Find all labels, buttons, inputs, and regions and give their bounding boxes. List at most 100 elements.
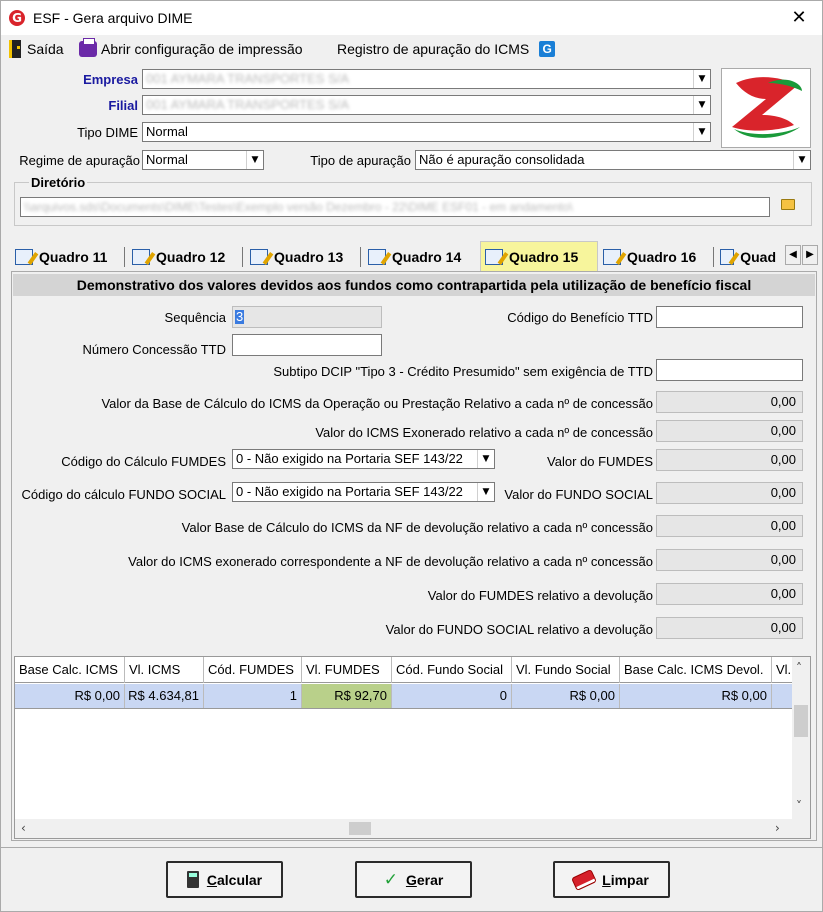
- tab-label: Quadro 11: [39, 249, 108, 265]
- table-cell[interactable]: R$ 92,70: [302, 684, 392, 708]
- table-cell[interactable]: R$ 0,00: [620, 684, 772, 708]
- scroll-thumb[interactable]: [794, 705, 808, 737]
- icms-register-label: Registro de apuração do ICMS: [337, 41, 530, 57]
- limpar-label: Limpar: [602, 871, 649, 888]
- exit-icon: [9, 40, 21, 58]
- codigo-fumdes-select[interactable]: 0 - Não exigido na Portaria SEF 143/22 ▼: [232, 449, 495, 469]
- edit-icon: [720, 249, 735, 265]
- calcular-label: Calcular: [206, 871, 263, 888]
- tab-quadro-13[interactable]: Quadro 13: [246, 245, 343, 269]
- column-header[interactable]: Vl. ICMS: [125, 657, 204, 683]
- chevron-down-icon[interactable]: ▼: [693, 96, 710, 114]
- subtipo-input[interactable]: [656, 359, 803, 381]
- base-devolucao-field: 0,00: [656, 515, 803, 537]
- g-app-icon: G: [539, 41, 556, 57]
- edit-icon: [485, 248, 503, 265]
- exit-label: Saída: [27, 41, 64, 57]
- tab-label: Quadro 13: [274, 249, 344, 265]
- chevron-down-icon[interactable]: ▼: [793, 151, 810, 169]
- vertical-scrollbar[interactable]: ˄ ˅: [792, 657, 810, 820]
- tab-label: Quadro 15: [509, 248, 579, 265]
- limpar-button[interactable]: Limpar: [553, 861, 670, 898]
- table-cell[interactable]: 1: [204, 684, 302, 708]
- column-header[interactable]: Vl. Fundo Social: [512, 657, 620, 683]
- company-logo: [721, 68, 811, 148]
- chevron-down-icon[interactable]: ˅: [796, 799, 802, 813]
- tipo-apuracao-label: Tipo de apuração: [310, 153, 411, 168]
- chevron-down-icon[interactable]: ▼: [693, 70, 710, 88]
- print-config-menu-item[interactable]: Abrir configuração de impressão: [79, 38, 303, 59]
- icms-register-menu-item[interactable]: Registro de apuração do ICMS G: [337, 39, 556, 59]
- base-calculo-label: Valor da Base de Cálculo do ICMS da Oper…: [101, 396, 653, 411]
- gerar-button[interactable]: ✓ Gerar: [355, 861, 472, 898]
- horizontal-scrollbar[interactable]: ‹ ›: [15, 819, 810, 838]
- column-header[interactable]: Cód. Fundo Social: [392, 657, 512, 683]
- base-calculo-field: 0,00: [656, 391, 803, 413]
- base-devolucao-label: Valor Base de Cálculo do ICMS da NF de d…: [181, 520, 653, 535]
- column-header[interactable]: Vl.: [772, 657, 793, 683]
- column-header[interactable]: Vl. FUMDES: [302, 657, 392, 683]
- chevron-down-icon[interactable]: ▼: [477, 450, 494, 468]
- calcular-button[interactable]: Calcular: [166, 861, 283, 898]
- tab-quadro-17[interactable]: Quad: [716, 245, 776, 269]
- icms-exonerado-label: Valor do ICMS Exonerado relativo a cada …: [315, 425, 653, 440]
- table-cell[interactable]: R$ 4.634,81: [125, 684, 204, 708]
- data-grid[interactable]: Base Calc. ICMS Vl. ICMS Cód. FUMDES Vl.…: [14, 656, 811, 839]
- tab-quadro-11[interactable]: Quadro 11: [11, 245, 107, 269]
- tab-quadro-14[interactable]: Quadro 14: [364, 245, 461, 269]
- exit-menu-item[interactable]: Saída: [9, 39, 64, 59]
- chevron-down-icon[interactable]: ▼: [693, 123, 710, 141]
- icms-devolucao-field: 0,00: [656, 549, 803, 571]
- tab-quadro-16[interactable]: Quadro 16: [599, 245, 696, 269]
- folder-open-icon[interactable]: [781, 199, 795, 210]
- table-cell[interactable]: 0: [392, 684, 512, 708]
- tab-scroll-left-button[interactable]: ◀: [785, 245, 801, 265]
- table-cell[interactable]: R$ 0,00: [15, 684, 125, 708]
- regime-select[interactable]: Normal ▼: [142, 150, 264, 170]
- chevron-left-icon[interactable]: ‹: [21, 821, 26, 835]
- valor-fundo-social-field: 0,00: [656, 482, 803, 504]
- tab-separator: [360, 247, 361, 267]
- tab-label: Quad: [740, 249, 776, 265]
- column-header[interactable]: Base Calc. ICMS Devol.: [620, 657, 772, 683]
- numero-concessao-input[interactable]: [232, 334, 382, 356]
- codigo-fundo-social-select[interactable]: 0 - Não exigido na Portaria SEF 143/22 ▼: [232, 482, 495, 502]
- gerar-label: Gerar: [405, 871, 444, 888]
- tab-label: Quadro 14: [392, 249, 462, 265]
- subtipo-label: Subtipo DCIP "Tipo 3 - Crédito Presumido…: [273, 364, 653, 379]
- sequencia-field[interactable]: 3: [232, 306, 382, 328]
- tipo-dime-select[interactable]: Normal ▼: [142, 122, 711, 142]
- table-cell[interactable]: R$ 0,00: [512, 684, 620, 708]
- edit-icon: [15, 249, 33, 265]
- panel-header: Demonstrativo dos valores devidos aos fu…: [13, 274, 815, 296]
- close-button[interactable]: ✕: [784, 5, 814, 31]
- chevron-up-icon[interactable]: ˄: [796, 661, 802, 675]
- tab-quadro-12[interactable]: Quadro 12: [128, 245, 225, 269]
- table-row[interactable]: R$ 0,00 R$ 4.634,81 1 R$ 92,70 0 R$ 0,00…: [15, 684, 793, 709]
- diretorio-input[interactable]: \\arquivos.sds\Documents\DIME\Testes\Exe…: [20, 197, 770, 217]
- tab-label: Quadro 12: [156, 249, 226, 265]
- codigo-beneficio-input[interactable]: [656, 306, 803, 328]
- tipo-apuracao-value: Não é apuração consolidada: [419, 152, 585, 167]
- tab-scroll-right-button[interactable]: ▶: [802, 245, 818, 265]
- tipo-apuracao-select[interactable]: Não é apuração consolidada ▼: [415, 150, 811, 170]
- chevron-down-icon[interactable]: ▼: [246, 151, 263, 169]
- edit-icon: [250, 249, 268, 265]
- codigo-fundo-social-label: Código do cálculo FUNDO SOCIAL: [21, 487, 226, 502]
- column-header[interactable]: Base Calc. ICMS: [15, 657, 125, 683]
- chevron-down-icon[interactable]: ▼: [477, 483, 494, 501]
- table-cell[interactable]: [772, 684, 793, 708]
- diretorio-value: \\arquivos.sds\Documents\DIME\Testes\Exe…: [24, 200, 573, 214]
- scroll-thumb[interactable]: [349, 822, 371, 835]
- chevron-right-icon[interactable]: ›: [775, 821, 780, 835]
- calculator-icon: [186, 871, 199, 888]
- empresa-select[interactable]: 001 AYMARA TRANSPORTES S/A ▼: [142, 69, 711, 89]
- column-header[interactable]: Cód. FUMDES: [204, 657, 302, 683]
- tab-quadro-15[interactable]: Quadro 15: [480, 241, 598, 271]
- filial-select[interactable]: 001 AYMARA TRANSPORTES S/A ▼: [142, 95, 711, 115]
- check-icon: ✓: [383, 869, 398, 890]
- footer-divider: [1, 847, 822, 848]
- tab-separator: [242, 247, 243, 267]
- filial-value: 001 AYMARA TRANSPORTES S/A: [146, 97, 350, 112]
- grid-header: Base Calc. ICMS Vl. ICMS Cód. FUMDES Vl.…: [15, 657, 793, 683]
